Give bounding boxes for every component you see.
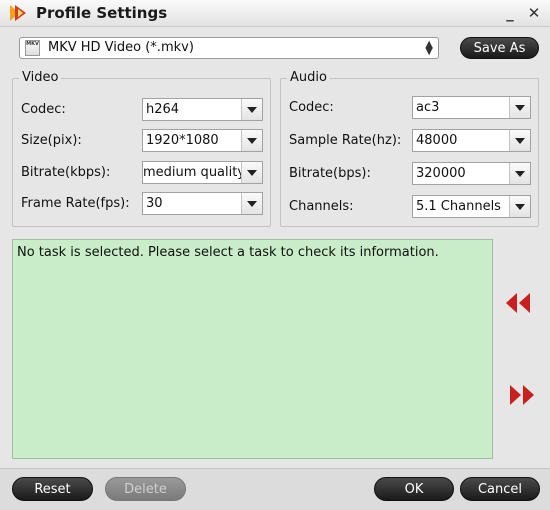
- dropdown-arrow-icon[interactable]: [241, 193, 262, 214]
- video-codec-value: h264: [146, 102, 180, 117]
- video-codec-label: Codec:: [21, 102, 66, 117]
- previous-arrow-icon[interactable]: [504, 292, 532, 314]
- video-framerate-label: Frame Rate(fps):: [21, 196, 130, 211]
- video-group-title: Video: [19, 70, 62, 85]
- video-framerate-select[interactable]: 30: [142, 192, 263, 215]
- audio-samplerate-select[interactable]: 48000: [412, 129, 531, 152]
- close-button[interactable]: ✕: [524, 3, 544, 23]
- cancel-button[interactable]: Cancel: [460, 477, 540, 501]
- dropdown-arrow-icon[interactable]: [241, 99, 262, 120]
- video-size-label: Size(pix):: [21, 133, 82, 148]
- video-bitrate-label: Bitrate(kbps):: [21, 165, 111, 180]
- audio-bitrate-label: Bitrate(bps):: [289, 166, 371, 181]
- video-bitrate-value: medium quality: [143, 165, 246, 180]
- audio-samplerate-value: 48000: [416, 133, 458, 148]
- audio-channels-select[interactable]: 5.1 Channels: [412, 195, 531, 218]
- dropdown-arrow-icon[interactable]: [509, 163, 530, 184]
- title-bar: Profile Settings _ ✕: [0, 0, 550, 27]
- app-logo-icon: [10, 5, 26, 21]
- delete-button[interactable]: Delete: [105, 477, 186, 501]
- audio-samplerate-label: Sample Rate(hz):: [289, 133, 402, 148]
- updown-arrow-icon: ▲ ▼: [425, 39, 433, 57]
- video-framerate-value: 30: [146, 196, 163, 211]
- dropdown-arrow-icon[interactable]: [509, 130, 530, 151]
- audio-channels-label: Channels:: [289, 199, 354, 214]
- dropdown-arrow-icon[interactable]: [241, 130, 262, 151]
- video-codec-select[interactable]: h264: [142, 98, 263, 121]
- profile-format-select[interactable]: MKV MKV HD Video (*.mkv) ▲ ▼: [19, 37, 439, 59]
- audio-bitrate-value: 320000: [416, 166, 466, 181]
- audio-codec-label: Codec:: [289, 100, 334, 115]
- video-size-value: 1920*1080: [146, 133, 219, 148]
- ok-button[interactable]: OK: [374, 477, 454, 501]
- audio-codec-value: ac3: [416, 100, 440, 115]
- dropdown-arrow-icon[interactable]: [241, 162, 262, 183]
- dropdown-arrow-icon[interactable]: [509, 97, 530, 118]
- window-title: Profile Settings: [36, 4, 168, 22]
- task-info-message: No task is selected. Please select a tas…: [17, 245, 439, 260]
- audio-channels-value: 5.1 Channels: [416, 199, 501, 214]
- video-size-select[interactable]: 1920*1080: [142, 129, 263, 152]
- audio-bitrate-select[interactable]: 320000: [412, 162, 531, 185]
- next-arrow-icon[interactable]: [508, 384, 536, 406]
- profile-format-value: MKV HD Video (*.mkv): [48, 40, 194, 55]
- task-info-panel: No task is selected. Please select a tas…: [12, 239, 493, 459]
- dropdown-arrow-icon[interactable]: [509, 196, 530, 217]
- audio-group-title: Audio: [287, 70, 330, 85]
- save-as-button[interactable]: Save As: [460, 37, 539, 59]
- reset-button[interactable]: Reset: [12, 477, 93, 501]
- mkv-file-icon: MKV: [25, 40, 40, 56]
- video-bitrate-select[interactable]: medium quality: [142, 161, 263, 184]
- minimize-button[interactable]: _: [500, 3, 520, 23]
- audio-codec-select[interactable]: ac3: [412, 96, 531, 119]
